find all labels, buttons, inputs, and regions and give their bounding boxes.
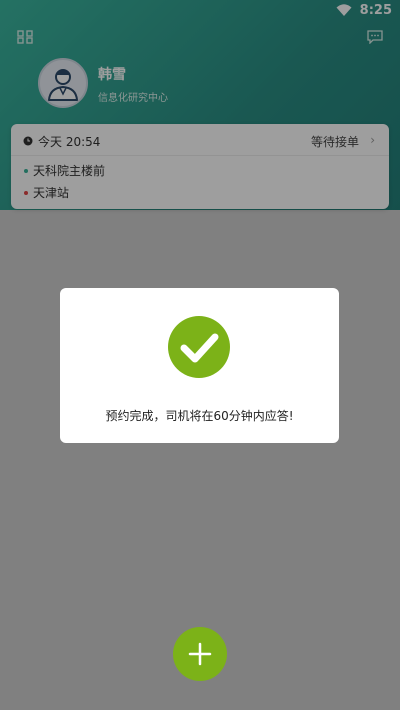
dialog-message: 预约完成，司机将在60分钟内应答! — [105, 409, 294, 423]
add-button[interactable] — [173, 627, 227, 681]
plus-icon — [188, 642, 212, 666]
success-dialog[interactable]: 预约完成，司机将在60分钟内应答! — [60, 288, 339, 443]
check-circle-icon — [168, 316, 230, 378]
